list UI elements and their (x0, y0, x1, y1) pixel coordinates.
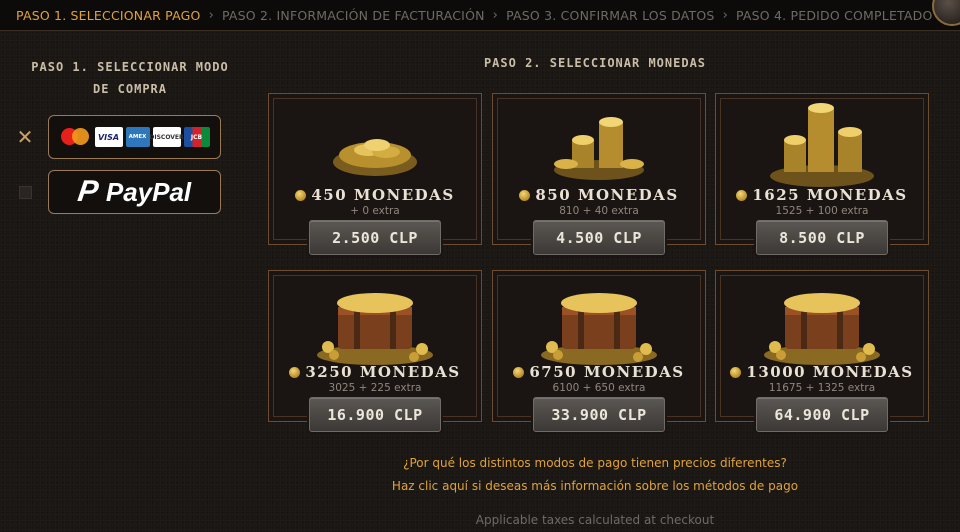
step-4: PASO 4. PEDIDO COMPLETADO (735, 7, 933, 23)
coin-package-card[interactable]: 6750 MONEDAS 6100 + 650 extra 33.900 CLP (492, 270, 706, 432)
price-button[interactable]: 64.900 CLP (756, 397, 888, 432)
coin-amount: 1625 MONEDAS (716, 186, 928, 204)
coin-amount-label: 6750 MONEDAS (529, 363, 685, 381)
more-info-link[interactable]: Haz clic aquí si deseas más información … (270, 479, 920, 493)
coin-icon (295, 189, 307, 201)
price-button[interactable]: 8.500 CLP (756, 220, 888, 255)
coin-amount: 850 MONEDAS (493, 186, 705, 204)
paypal-icon: P (75, 175, 101, 208)
checkout-steps-bar: PASO 1. SELECCIONAR PAGO › PASO 2. INFOR… (0, 0, 960, 31)
coin-amount-label: 850 MONEDAS (535, 186, 679, 204)
step-1[interactable]: PASO 1. SELECCIONAR PAGO (16, 8, 201, 23)
checkmark-icon: ✕ (16, 125, 34, 149)
coin-amount-label: 450 MONEDAS (311, 186, 455, 204)
step-3: PASO 3. CONFIRMAR LOS DATOS (506, 7, 715, 23)
taxes-note: Applicable taxes calculated at checkout (475, 513, 715, 527)
coin-extra-label: 11675 + 1325 extra (768, 382, 876, 394)
coin-extra-label: 6100 + 650 extra (552, 382, 646, 394)
coin-amount: 6750 MONEDAS (493, 363, 705, 381)
coin-extra-label: 1525 + 100 extra (775, 205, 869, 217)
coin-icon (519, 189, 531, 201)
chevron-right-icon: › (722, 7, 728, 23)
coin-amount: 450 MONEDAS (269, 186, 481, 204)
jcb-icon: JCB (183, 127, 210, 147)
chevron-right-icon: › (492, 7, 499, 23)
coin-amount-label: 3250 MONEDAS (305, 363, 461, 381)
coin-icon (730, 366, 742, 378)
price-button[interactable]: 2.500 CLP (309, 220, 441, 255)
coin-extra-label: + 0 extra (350, 205, 400, 217)
coins-illustration (493, 100, 705, 186)
coin-packages-grid: 450 MONEDAS + 0 extra 2.500 CLP 850 MONEDAS… (268, 93, 929, 451)
cards-button[interactable]: VISA AMEX DISCOVER JCB (48, 115, 221, 159)
coins-illustration (716, 100, 928, 187)
coin-amount-label: 1625 MONEDAS (752, 186, 908, 204)
coin-extra-label: 3025 + 225 extra (328, 382, 422, 394)
coin-icon (736, 189, 748, 201)
coin-extra-label: 810 + 40 extra (559, 205, 639, 217)
payment-mode-title: PASO 1. SELECCIONAR MODO DE COMPRA (31, 60, 229, 96)
coin-amount: 13000 MONEDAS (716, 363, 928, 381)
coin-package-card[interactable]: 850 MONEDAS 810 + 40 extra 4.500 CLP (492, 93, 706, 255)
amex-icon: AMEX (125, 127, 150, 147)
coin-package-card[interactable]: 1625 MONEDAS 1525 + 100 extra 8.500 CLP (715, 93, 929, 255)
discover-icon: DISCOVER (149, 127, 184, 147)
coins-title: PASO 2. SELECCIONAR MONEDAS (483, 56, 707, 70)
paypal-label: PayPal (105, 176, 192, 207)
coins-illustration (269, 100, 481, 186)
step-2: PASO 2. INFORMACIÓN DE FACTURACIÓN (221, 7, 485, 23)
coin-amount-label: 13000 MONEDAS (746, 363, 914, 381)
coins-illustration (493, 277, 705, 365)
emblem-icon (932, 0, 960, 26)
price-button[interactable]: 4.500 CLP (533, 220, 665, 255)
coin-icon (289, 366, 301, 378)
coins-illustration (716, 277, 928, 365)
coin-package-card[interactable]: 13000 MONEDAS 11675 + 1325 extra 64.900 CL… (715, 270, 929, 432)
paypal-button[interactable]: P PayPal (48, 170, 221, 214)
price-button[interactable]: 16.900 CLP (309, 397, 441, 432)
why-prices-link[interactable]: ¿Por qué los distintos modos de pago tie… (270, 456, 920, 470)
payment-option-cards[interactable]: ✕ VISA AMEX DISCOVER JCB (14, 115, 221, 159)
payment-option-paypal[interactable]: P PayPal (14, 170, 221, 214)
visa-icon: VISA (94, 127, 123, 147)
checkbox[interactable] (14, 181, 36, 203)
coins-illustration (269, 277, 481, 365)
coin-package-card[interactable]: 450 MONEDAS + 0 extra 2.500 CLP (268, 93, 482, 255)
chevron-right-icon: › (208, 7, 214, 23)
coin-icon (513, 366, 525, 378)
coin-package-card[interactable]: 3250 MONEDAS 3025 + 225 extra 16.900 CLP (268, 270, 482, 432)
coin-amount: 3250 MONEDAS (269, 363, 481, 381)
mastercard-icon (60, 127, 92, 147)
price-button[interactable]: 33.900 CLP (533, 397, 665, 432)
